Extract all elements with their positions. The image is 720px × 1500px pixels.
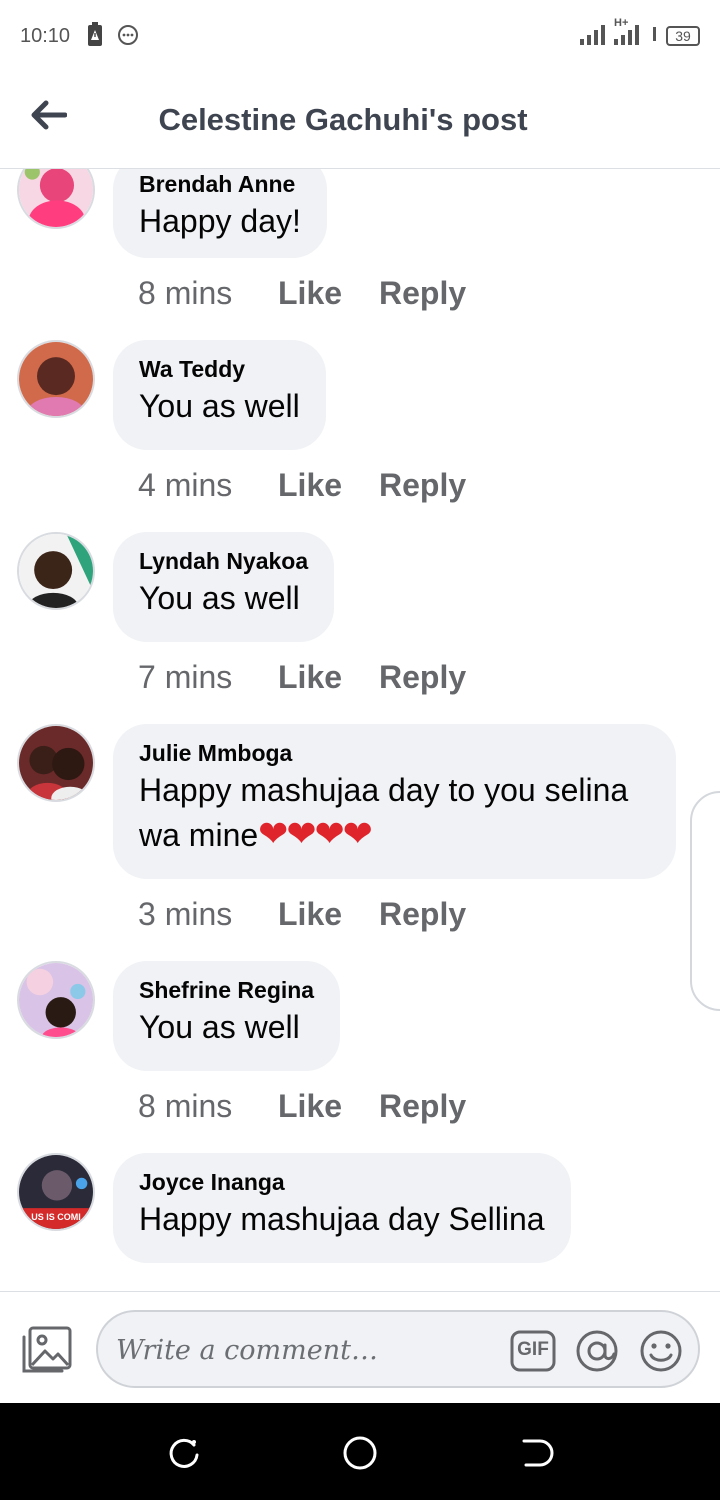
like-button[interactable]: Like xyxy=(278,467,379,504)
avatar[interactable] xyxy=(17,340,95,418)
back-nav-button[interactable] xyxy=(516,1433,556,1473)
comment-input-box: GIF xyxy=(96,1310,700,1388)
signal-small-icon xyxy=(652,26,658,46)
reply-button[interactable]: Reply xyxy=(379,467,466,504)
comment-actions: 4 mins Like Reply xyxy=(138,465,466,505)
recents-icon xyxy=(164,1438,204,1477)
avatar[interactable] xyxy=(17,961,95,1039)
home-button[interactable] xyxy=(340,1433,380,1473)
like-button[interactable]: Like xyxy=(278,659,379,696)
comment-text: You as well xyxy=(139,1009,300,1045)
status-right-group: H+ 39 xyxy=(580,17,700,52)
avatar[interactable] xyxy=(17,169,95,229)
comment-text: Happy day! xyxy=(139,203,301,239)
comment-author[interactable]: Brendah Anne xyxy=(139,169,301,199)
avatar[interactable] xyxy=(17,532,95,610)
comment-author[interactable]: Wa Teddy xyxy=(139,354,300,384)
red-heart-emoji: ❤❤❤❤ xyxy=(258,813,373,854)
comment-bubble: Julie Mmboga Happy mashujaa day to you s… xyxy=(113,724,676,879)
comment-time[interactable]: 7 mins xyxy=(138,659,278,696)
reply-button[interactable]: Reply xyxy=(379,1088,466,1125)
page-title: Celestine Gachuhi's post xyxy=(158,102,528,137)
avatar[interactable]: US IS COMI xyxy=(17,1153,95,1231)
comment-text: You as well xyxy=(139,580,300,616)
like-button[interactable]: Like xyxy=(278,275,379,312)
network-type: H+ xyxy=(614,16,629,29)
comment-bubble: Shefrine Regina You as well xyxy=(113,961,341,1071)
battery-level: 39 xyxy=(675,28,691,44)
signal-hplus-icon: H+ xyxy=(614,17,644,52)
comment-input[interactable] xyxy=(116,1328,496,1372)
gif-button[interactable]: GIF xyxy=(508,1326,558,1376)
at-sign-icon xyxy=(572,1330,622,1380)
comment-time[interactable]: 8 mins xyxy=(138,1088,278,1125)
comment-author[interactable]: Joyce Inanga xyxy=(139,1167,545,1197)
battery-icon: 39 xyxy=(666,26,700,46)
home-circle-icon xyxy=(340,1436,380,1477)
comment-bubble: Lyndah Nyakoa You as well xyxy=(113,532,335,642)
status-time: 10:10 xyxy=(20,25,71,47)
recents-button[interactable] xyxy=(164,1433,204,1473)
avatar[interactable] xyxy=(17,724,95,802)
side-scroll-handle[interactable] xyxy=(690,791,720,1011)
like-button[interactable]: Like xyxy=(278,896,379,933)
emoji-button[interactable] xyxy=(636,1326,686,1376)
signal-icon xyxy=(580,23,606,50)
mention-button[interactable] xyxy=(572,1326,622,1376)
comment-time[interactable]: 3 mins xyxy=(138,896,278,933)
avatar-caption: US IS COMI xyxy=(31,1212,81,1222)
comment-text: Happy mashujaa day Sellina xyxy=(139,1201,545,1237)
comment-actions: 7 mins Like Reply xyxy=(138,657,466,697)
gif-label: GIF xyxy=(517,1339,549,1360)
page-header: Celestine Gachuhi's post xyxy=(0,72,720,169)
comment-text: Happy mashujaa day to you selina wa mine xyxy=(139,772,629,853)
status-bar: 10:10 H+ 39 xyxy=(0,0,720,72)
comment-author[interactable]: Shefrine Regina xyxy=(139,975,314,1005)
reply-button[interactable]: Reply xyxy=(379,275,466,312)
comment-text: You as well xyxy=(139,388,300,424)
smiley-icon xyxy=(636,1330,686,1380)
battery-alert-icon xyxy=(86,22,104,53)
comment-bubble: Brendah Anne Happy day! xyxy=(113,169,327,258)
reply-button[interactable]: Reply xyxy=(379,659,466,696)
comment-list: Brendah Anne Happy day! 8 mins Like Repl… xyxy=(0,169,720,1291)
system-nav-bar xyxy=(0,1403,720,1500)
comment-text-block: Happy mashujaa day to you selina wa mine… xyxy=(139,768,650,857)
comment-author[interactable]: Lyndah Nyakoa xyxy=(139,546,308,576)
reply-button[interactable]: Reply xyxy=(379,896,466,933)
like-button[interactable]: Like xyxy=(278,1088,379,1125)
image-icon xyxy=(20,1326,74,1379)
comment-author[interactable]: Julie Mmboga xyxy=(139,738,650,768)
photo-button[interactable] xyxy=(20,1325,74,1375)
messenger-icon xyxy=(116,22,140,53)
comment-bubble: Wa Teddy You as well xyxy=(113,340,326,450)
comment-actions: 8 mins Like Reply xyxy=(138,1086,466,1126)
comment-time[interactable]: 8 mins xyxy=(138,275,278,312)
back-nav-icon xyxy=(516,1439,556,1477)
comment-bubble: Joyce Inanga Happy mashujaa day Sellina xyxy=(113,1153,571,1263)
comment-composer: GIF xyxy=(0,1291,720,1403)
comment-time[interactable]: 4 mins xyxy=(138,467,278,504)
comment-actions: 3 mins Like Reply xyxy=(138,894,466,934)
comment-actions: 8 mins Like Reply xyxy=(138,273,466,313)
